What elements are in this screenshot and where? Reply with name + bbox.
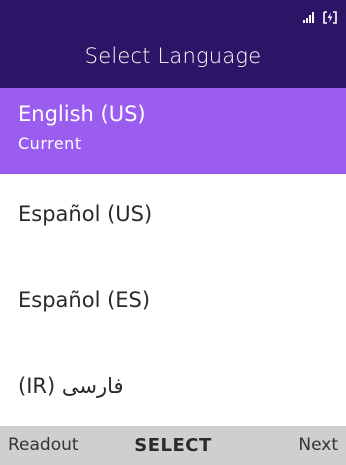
language-list: English (US) Current Español (US) Españo… xyxy=(0,88,346,432)
header: Select Language xyxy=(0,0,346,88)
softkey-bar: Readout SELECT Next xyxy=(0,426,346,465)
language-item-english-us[interactable]: English (US) Current xyxy=(0,88,346,174)
language-item-farsi-ir[interactable]: فارسی (IR) xyxy=(0,346,346,432)
language-item-espanol-es[interactable]: Español (ES) xyxy=(0,260,346,346)
battery-charging-icon xyxy=(322,10,338,24)
page-title: Select Language xyxy=(84,44,262,68)
language-select-screen: Select Language English (US) Current Esp… xyxy=(0,0,346,465)
language-item-espanol-us[interactable]: Español (US) xyxy=(0,174,346,260)
softkey-right-next[interactable]: Next xyxy=(298,426,338,465)
status-bar xyxy=(303,6,338,28)
signal-bars-icon xyxy=(303,11,317,23)
current-indicator: Current xyxy=(18,134,82,153)
language-label: Español (ES) xyxy=(18,288,151,312)
language-label: English (US) xyxy=(18,102,146,126)
language-label: فارسی (IR) xyxy=(18,374,124,398)
language-label: Español (US) xyxy=(18,202,153,226)
softkey-center-select[interactable]: SELECT xyxy=(0,426,346,465)
